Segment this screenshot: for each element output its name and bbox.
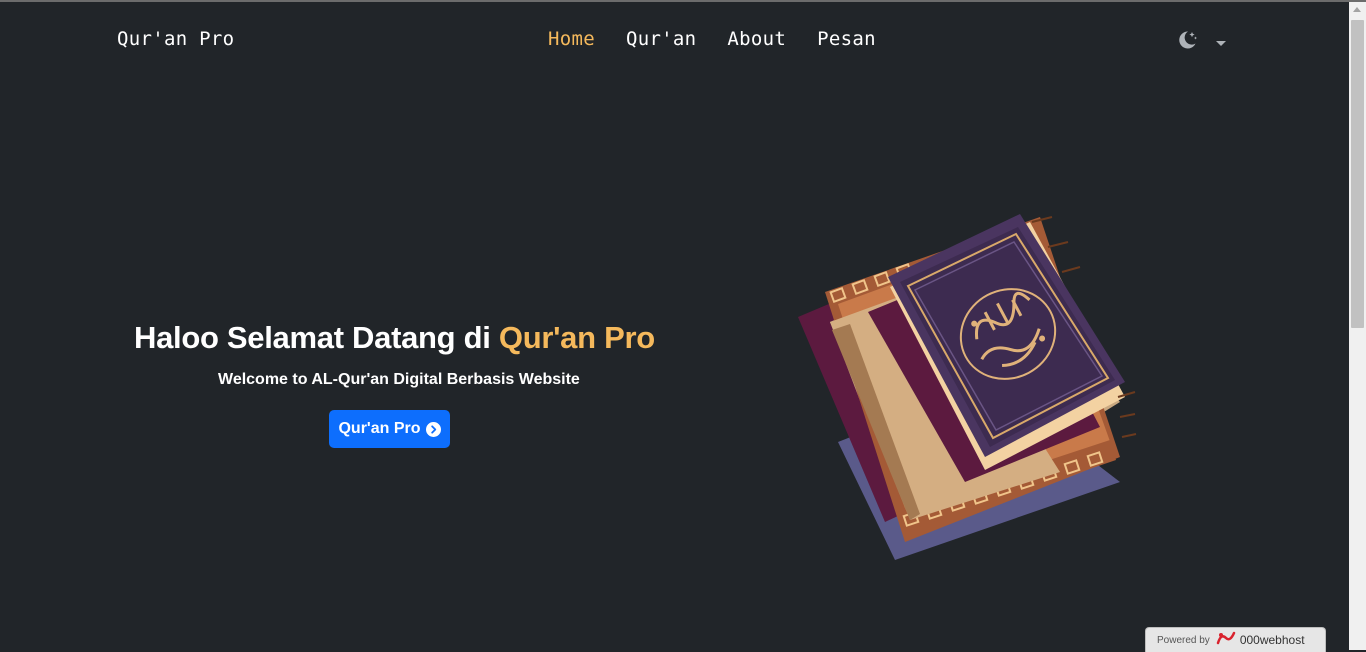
- hero-title: Haloo Selamat Datang di Qur'an Pro: [134, 320, 655, 356]
- nav-item-quran[interactable]: Qur'an: [626, 28, 696, 50]
- vertical-scrollbar[interactable]: [1349, 2, 1366, 650]
- hero-title-accent: Qur'an Pro: [498, 320, 655, 355]
- scroll-up-arrow-icon[interactable]: [1353, 7, 1361, 12]
- nav-item-pesan[interactable]: Pesan: [817, 28, 876, 50]
- page: Qur'an Pro Home Qur'an About Pesan Haloo…: [0, 2, 1349, 652]
- nav-item-about[interactable]: About: [727, 28, 786, 50]
- quran-books-icon: [798, 214, 1137, 560]
- caret-down-icon: [1216, 40, 1226, 46]
- badge-powered-by-text: Powered by: [1157, 634, 1210, 646]
- quran-books-illustration: [790, 202, 1140, 567]
- hero-subtitle: Welcome to AL-Qur'an Digital Berbasis We…: [218, 371, 580, 388]
- webhost-logo-icon: [1216, 631, 1236, 650]
- powered-by-badge[interactable]: Powered by 000webhost: [1145, 627, 1326, 652]
- nav-item-home[interactable]: Home: [548, 28, 595, 50]
- quran-pro-button[interactable]: Qur'an Pro: [329, 410, 450, 448]
- chevron-circle-right-icon: [425, 421, 441, 437]
- badge-host-text: 000webhost: [1239, 633, 1305, 647]
- theme-toggle-dropdown[interactable]: [1176, 29, 1226, 55]
- moon-stars-icon: [1176, 29, 1198, 55]
- navbar-nav: Home Qur'an About Pesan: [548, 28, 907, 50]
- hero-title-prefix: Haloo Selamat Datang di: [134, 320, 499, 355]
- hero-button-label: Qur'an Pro: [338, 420, 421, 437]
- navbar-brand[interactable]: Qur'an Pro: [117, 28, 234, 50]
- scrollbar-thumb[interactable]: [1351, 20, 1364, 328]
